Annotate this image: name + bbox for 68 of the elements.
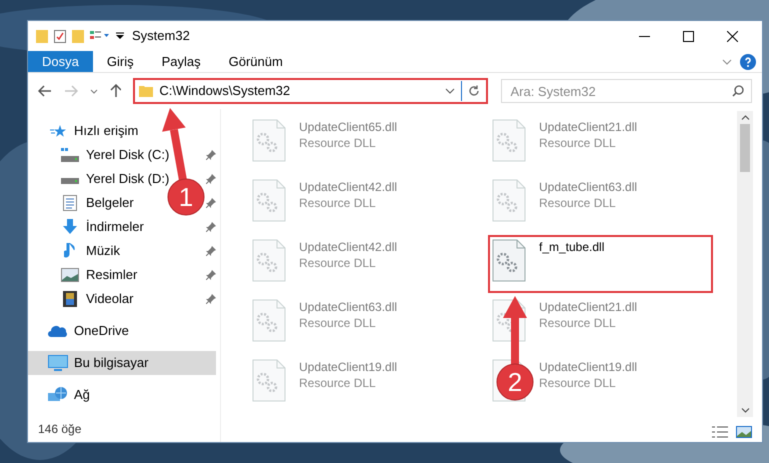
document-icon <box>63 195 77 211</box>
film-icon <box>63 291 77 307</box>
file-name[interactable]: UpdateClient19.dll <box>299 359 398 375</box>
pin-icon[interactable] <box>206 294 216 304</box>
window-title: System32 <box>132 27 190 46</box>
refresh-icon[interactable] <box>468 85 480 97</box>
ribbon-tab[interactable]: Görünüm <box>214 51 297 72</box>
file-name[interactable]: UpdateClient63.dll <box>299 299 398 315</box>
file-type: Resource DLL <box>299 255 377 271</box>
down-arrow-icon <box>62 219 78 235</box>
back-arrow-icon[interactable] <box>38 85 52 97</box>
file-name[interactable]: UpdateClient42.dll <box>299 239 398 255</box>
scroll-up-icon[interactable] <box>740 115 750 120</box>
search-field[interactable]: Ara: System32 <box>501 79 752 103</box>
properties-icon[interactable] <box>90 30 110 42</box>
maximize-icon <box>682 30 694 42</box>
item-count: 146 öğe <box>38 421 82 438</box>
chevron-down-icon[interactable] <box>445 88 456 94</box>
file-name[interactable]: UpdateClient21.dll <box>539 299 638 315</box>
ribbon-tab[interactable]: Giriş <box>92 51 148 72</box>
file-type: Resource DLL <box>299 195 377 211</box>
image-icon <box>61 268 79 282</box>
file-name[interactable]: UpdateClient21.dll <box>539 119 638 135</box>
file-name[interactable]: UpdateClient65.dll <box>299 119 398 135</box>
details-view-icon[interactable] <box>712 426 728 438</box>
ribbon-tab[interactable]: Dosya <box>28 51 93 72</box>
search-icon[interactable] <box>732 85 744 97</box>
scroll-down-icon[interactable] <box>740 408 750 413</box>
step-number-badge: 1 <box>168 178 204 216</box>
checklist-icon[interactable] <box>54 29 66 43</box>
network-icon <box>48 387 68 403</box>
file-type: Resource DLL <box>299 315 377 331</box>
thumbnail-view-icon[interactable] <box>736 426 752 438</box>
music-note-icon <box>64 243 76 259</box>
close-icon <box>726 30 738 42</box>
file-name[interactable]: UpdateClient19.dll <box>539 359 638 375</box>
pin-icon[interactable] <box>206 270 216 280</box>
ribbon-tab[interactable]: Paylaş <box>148 51 215 72</box>
chevron-down-icon[interactable] <box>722 58 732 64</box>
sidebar-item[interactable]: Bu bilgisayar <box>28 351 216 375</box>
scroll-thumb[interactable] <box>740 124 750 172</box>
pin-icon[interactable] <box>206 222 216 232</box>
pin-icon[interactable] <box>206 150 216 160</box>
star-icon <box>50 124 66 138</box>
file-type: Resource DLL <box>299 375 377 391</box>
file-type: Resource DLL <box>299 135 377 151</box>
address-bar[interactable]: C:\Windows\System32 <box>133 78 488 104</box>
pin-icon[interactable] <box>206 174 216 184</box>
drive-icon <box>61 148 79 162</box>
file-name[interactable]: UpdateClient42.dll <box>299 179 398 195</box>
step-number-badge: 2 <box>496 364 534 400</box>
file-type: Resource DLL <box>539 135 617 151</box>
pin-icon[interactable] <box>206 246 216 256</box>
scrollbar[interactable] <box>737 111 753 417</box>
folder-icon <box>139 85 154 97</box>
file-type: Resource DLL <box>539 195 617 211</box>
file-name[interactable]: f_m_tube.dll <box>539 239 604 255</box>
computer-icon <box>48 355 68 371</box>
cloud-icon <box>48 325 68 337</box>
chevron-down-icon[interactable] <box>90 88 98 94</box>
pin-icon[interactable] <box>206 198 216 208</box>
up-arrow-icon[interactable] <box>110 84 122 98</box>
customize-toolbar-icon[interactable] <box>116 32 124 40</box>
address-path: C:\Windows\System32 <box>159 82 290 100</box>
file-name[interactable]: UpdateClient63.dll <box>539 179 638 195</box>
file-type: Resource DLL <box>539 315 617 331</box>
file-type: Resource DLL <box>539 375 617 391</box>
help-icon[interactable] <box>740 54 756 70</box>
